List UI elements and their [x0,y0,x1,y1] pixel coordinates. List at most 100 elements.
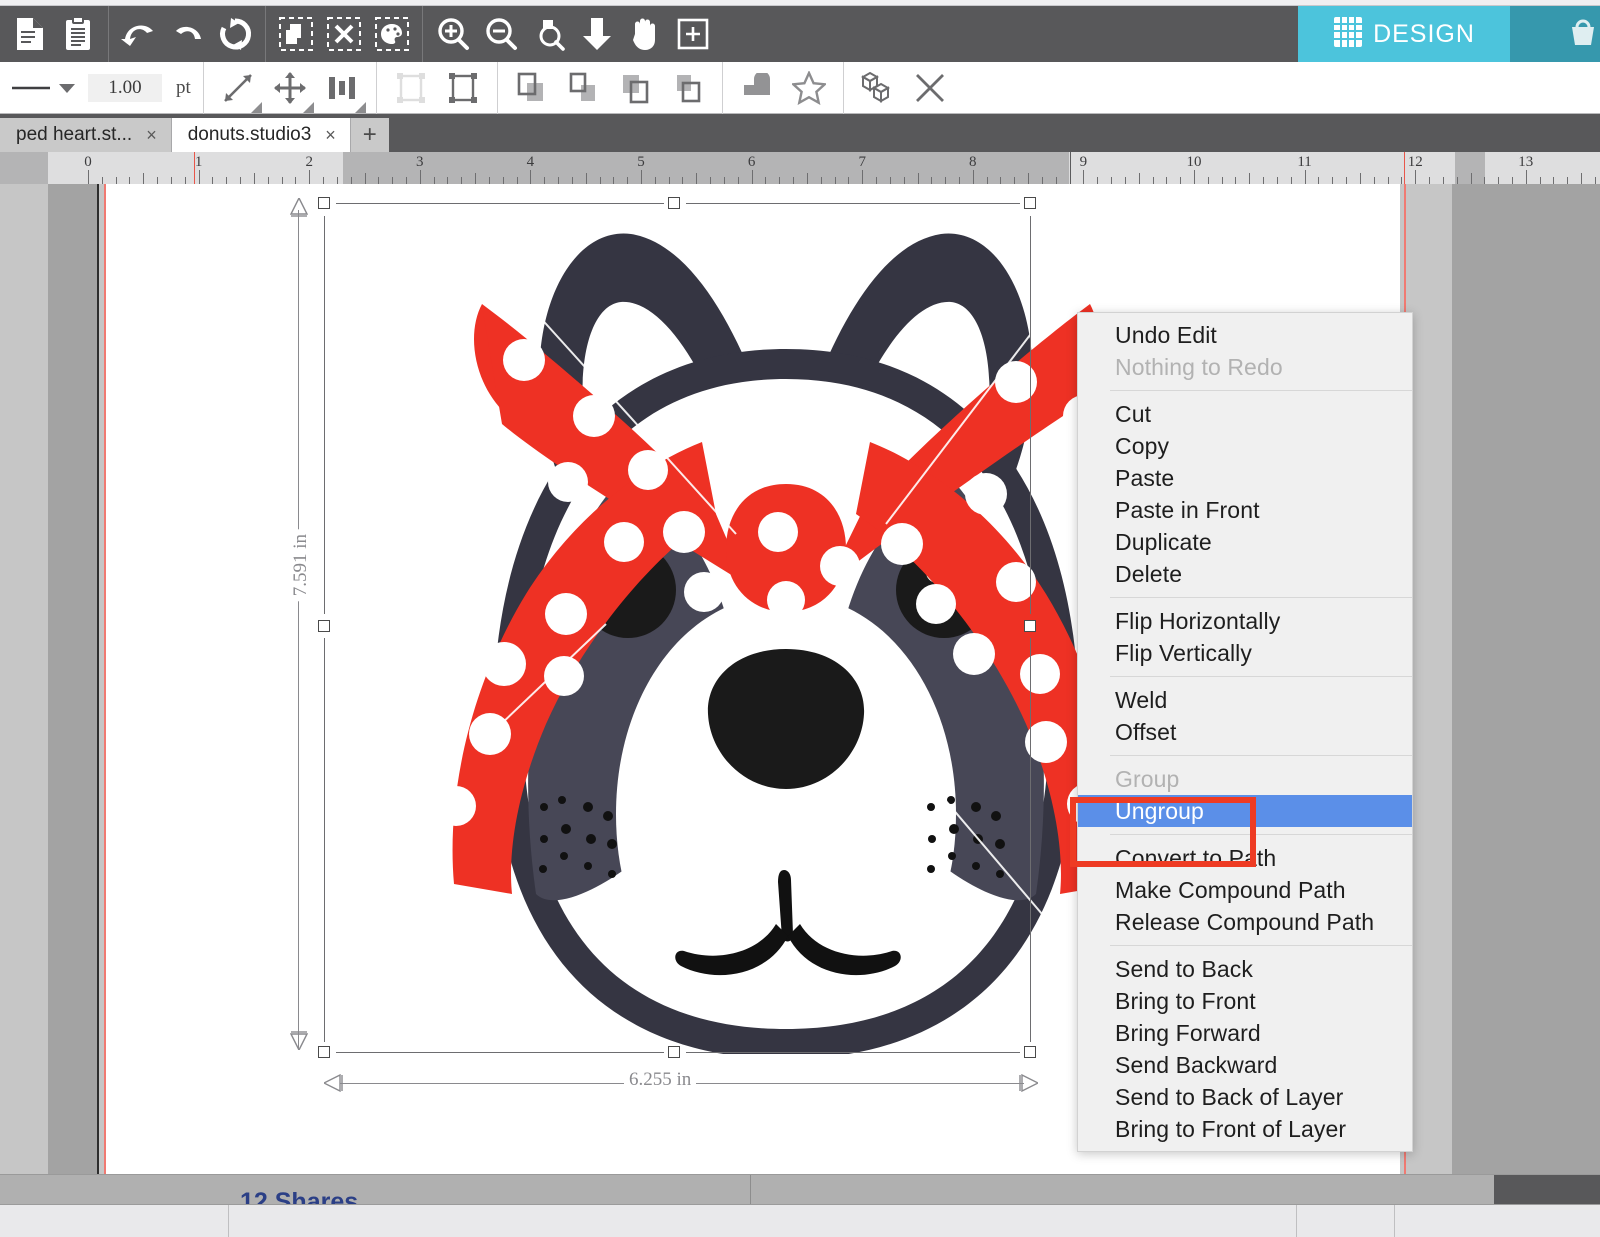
line-style-icon[interactable] [8,62,54,114]
toolbar-group-linestyle: pt [0,62,203,114]
align-icon[interactable] [316,62,368,114]
ruler-tick [1222,177,1223,184]
ruler-tick [1553,177,1554,184]
menu-item-send-to-back[interactable]: Send to Back [1078,953,1412,985]
arrange-forward-icon[interactable] [558,62,610,114]
refresh-icon[interactable] [211,10,259,58]
selection-handle-middle-left[interactable] [318,620,330,632]
menu-item-flip-vertically[interactable]: Flip Vertically [1078,637,1412,669]
selection-handle-bottom-right[interactable] [1024,1046,1036,1058]
ruler-tick [1208,177,1209,184]
menu-item-weld[interactable]: Weld [1078,684,1412,716]
close-icon[interactable]: × [146,125,157,146]
menu-item-bring-to-front[interactable]: Bring to Front [1078,985,1412,1017]
move-icon[interactable] [264,62,316,114]
selection-handle-bottom-left[interactable] [318,1046,330,1058]
selection-handle-top-left[interactable] [318,197,330,209]
selection-handle-bottom-center[interactable] [668,1046,680,1058]
context-menu[interactable]: Undo EditNothing to RedoCutCopyPastePast… [1077,312,1413,1152]
document-tab-bar: ped heart.st... × donuts.studio3 × + [0,114,1600,152]
document-tab[interactable]: ped heart.st... × [0,118,172,152]
menu-item-send-backward[interactable]: Send Backward [1078,1049,1412,1081]
ruler-page-marker [1404,152,1405,184]
arrange-back-icon[interactable] [610,62,662,114]
ruler-tick [1097,177,1098,184]
redo-icon[interactable] [163,10,211,58]
dog-with-bandana-illustration[interactable] [416,194,1156,1054]
paste-clipboard-icon[interactable] [54,10,102,58]
arrange-front-icon[interactable] [506,62,558,114]
ruler-tick [738,177,739,184]
zoom-in-icon[interactable] [429,10,477,58]
tab-store[interactable] [1510,6,1600,62]
ruler-tick [1305,170,1306,184]
menu-item-undo-edit[interactable]: Undo Edit [1078,319,1412,351]
selection-height-label: 7.591 in [290,529,312,601]
toolbar-group-file [0,6,108,62]
design-tab-label: DESIGN [1373,20,1475,49]
pan-hand-icon[interactable] [621,10,669,58]
horizontal-ruler[interactable]: 012345678910111213 [0,152,1600,184]
ruler-tick [987,177,988,184]
height-dimension-line [298,210,299,1050]
zoom-out-icon[interactable] [477,10,525,58]
menu-item-release-compound-path[interactable]: Release Compound Path [1078,906,1412,938]
undo-icon[interactable] [115,10,163,58]
group-objects-icon[interactable] [852,62,904,114]
menu-item-duplicate[interactable]: Duplicate [1078,526,1412,558]
zoom-region-icon[interactable] [669,10,717,58]
select-by-color-icon[interactable] [368,10,416,58]
ruler-tick [890,177,891,184]
arrange-backward-icon[interactable] [662,62,714,114]
document-tab[interactable]: donuts.studio3 × [172,118,351,152]
ruler-tick [254,173,255,184]
menu-item-offset[interactable]: Offset [1078,716,1412,748]
ruler-tick [530,170,531,184]
zoom-selection-icon[interactable] [525,10,573,58]
menu-item-cut[interactable]: Cut [1078,398,1412,430]
new-tab-button[interactable]: + [351,118,389,152]
ruler-tick [1567,177,1568,184]
fill-shape-icon[interactable] [731,62,783,114]
star-shape-icon[interactable] [783,62,835,114]
menu-item-bring-forward[interactable]: Bring Forward [1078,1017,1412,1049]
close-icon[interactable]: × [325,125,336,146]
selection-handle-top-center[interactable] [668,197,680,209]
menu-item-convert-to-path[interactable]: Convert to Path [1078,842,1412,874]
close-x-icon[interactable] [904,62,956,114]
new-document-icon[interactable] [6,10,54,58]
workspace-edge-line [97,184,99,1174]
line-weight-unit: pt [176,77,191,99]
menu-item-make-compound-path[interactable]: Make Compound Path [1078,874,1412,906]
select-all-icon[interactable] [272,10,320,58]
menu-separator [1110,755,1412,756]
menu-item-bring-to-front-of-layer[interactable]: Bring to Front of Layer [1078,1113,1412,1145]
strip-divider [228,1205,229,1237]
selection-handle-top-right[interactable] [1024,197,1036,209]
ruler-tick [862,170,863,184]
ruler-tick [793,177,794,184]
menu-item-delete[interactable]: Delete [1078,558,1412,590]
scrollbar-end-cap[interactable] [1494,1175,1600,1205]
tab-design[interactable]: DESIGN [1298,6,1510,62]
line-style-caret-icon[interactable] [54,62,80,114]
ruler-tick [641,170,642,184]
menu-item-copy[interactable]: Copy [1078,430,1412,462]
draw-line-icon[interactable] [212,62,264,114]
menu-item-paste-in-front[interactable]: Paste in Front [1078,494,1412,526]
deselect-all-icon[interactable] [320,10,368,58]
menu-item-send-to-back-of-layer[interactable]: Send to Back of Layer [1078,1081,1412,1113]
menu-item-flip-horizontally[interactable]: Flip Horizontally [1078,605,1412,637]
ruler-tick [627,177,628,184]
ruler-tick [406,177,407,184]
ruler-label: 13 [1518,154,1533,171]
line-weight-input[interactable] [88,74,162,102]
menu-item-paste[interactable]: Paste [1078,462,1412,494]
ruler-tick [904,177,905,184]
toolbar-group-group [844,62,964,114]
menu-item-ungroup[interactable]: Ungroup [1078,795,1412,827]
ruler-tick [240,177,241,184]
selection-handle-middle-right[interactable] [1024,620,1036,632]
scale-icon[interactable] [437,62,489,114]
fit-to-page-icon[interactable] [573,10,621,58]
